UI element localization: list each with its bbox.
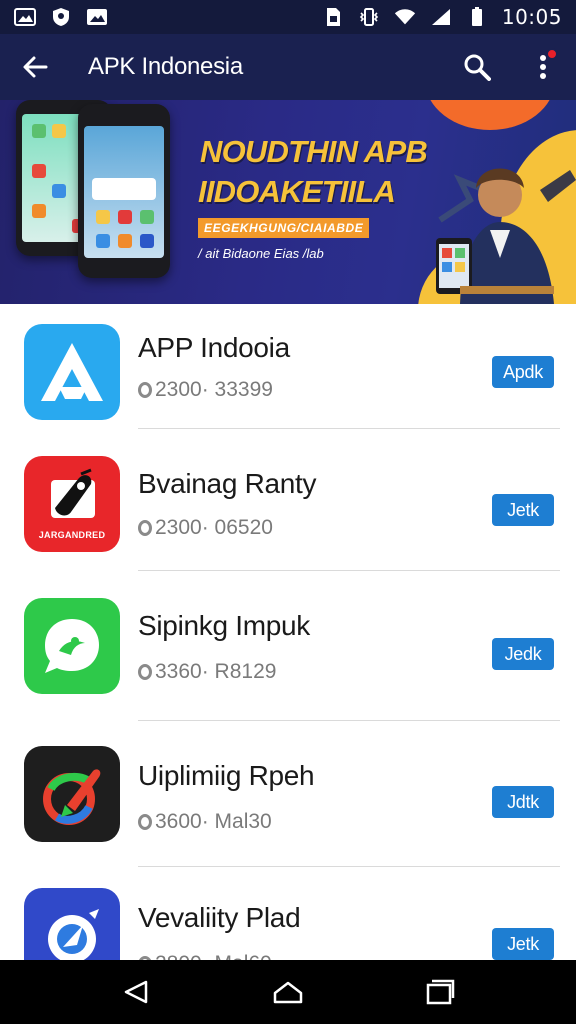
list-item[interactable]: APP Indooia 2300· 33399 Apdk <box>0 304 576 446</box>
gallery-icon <box>86 7 108 27</box>
wifi-icon <box>394 7 416 27</box>
app-icon: JARGANDRED <box>24 456 120 552</box>
status-time: 10:05 <box>501 5 562 29</box>
chat-bubble-icon <box>45 619 99 673</box>
divider <box>138 866 560 867</box>
banner-strip: EEGEKHGUNG/CIAIABDE <box>198 218 370 238</box>
system-nav-bar <box>0 960 576 1024</box>
divider <box>138 570 560 571</box>
app-meta: 3600· Mal30 <box>138 810 272 834</box>
status-right: 10:05 <box>322 5 562 29</box>
status-left <box>14 7 108 27</box>
nav-home-button[interactable] <box>258 962 318 1022</box>
app-name: Vevaliity Plad <box>138 902 301 933</box>
app-meta-text: 2300· 33399 <box>155 378 273 401</box>
app-meta-text: 3600· Mal30 <box>155 810 272 833</box>
app-name: APP Indooia <box>138 332 290 363</box>
app-action-button[interactable]: Jdtk <box>492 786 554 818</box>
app-icon <box>24 598 120 694</box>
phone-illustration-front <box>78 104 170 278</box>
signal-icon <box>430 7 452 27</box>
page-title: APK Indonesia <box>88 53 243 80</box>
app-meta: 3360· R8129 <box>138 660 276 684</box>
divider <box>138 428 560 429</box>
nav-back-button[interactable] <box>106 962 166 1022</box>
status-bar: 10:05 <box>0 0 576 34</box>
app-meta: 2300· 06520 <box>138 516 273 540</box>
app-icon-caption: JARGANDRED <box>38 530 106 540</box>
back-button[interactable] <box>0 34 70 100</box>
app-meta-text: 3360· R8129 <box>155 660 277 683</box>
promo-banner[interactable]: NOUDTHIN APB IIDOAKETIILA EEGEKHGUNG/CIA… <box>0 100 576 304</box>
download-count-icon <box>138 814 152 830</box>
vibrate-icon <box>358 7 380 27</box>
app-action-button[interactable]: Apdk <box>492 356 554 388</box>
banner-headline-2: IIDOAKETIILA <box>198 174 396 209</box>
download-count-icon <box>138 664 152 680</box>
image-icon <box>14 7 36 27</box>
nav-back-icon <box>124 980 148 1004</box>
tag-icon <box>51 468 95 518</box>
battery-icon <box>466 7 488 27</box>
brush-icon <box>43 769 101 825</box>
sim-icon <box>322 7 344 27</box>
download-count-icon <box>138 520 152 536</box>
banner-subline: / ait Bidaone Eias /lab <box>198 246 324 261</box>
app-icon <box>24 324 120 420</box>
more-button[interactable] <box>510 34 576 100</box>
divider <box>138 720 560 721</box>
arrow-left-icon <box>23 56 48 78</box>
shield-icon <box>50 7 72 27</box>
nav-recents-button[interactable] <box>410 962 470 1022</box>
screen: 10:05 APK Indonesia NOUDTHIN APB IIDOAKE… <box>0 0 576 1024</box>
app-name: Uiplimiig Rpeh <box>138 760 315 791</box>
app-name: Sipinkg Impuk <box>138 610 310 641</box>
list-item[interactable]: Uiplimiig Rpeh 3600· Mal30 Jdtk <box>0 738 576 880</box>
list-item[interactable]: JARGANDRED Bvainag Ranty 2300· 06520 Jet… <box>0 446 576 588</box>
arrow-a-icon <box>41 343 103 401</box>
app-action-button[interactable]: Jedk <box>492 638 554 670</box>
app-name: Bvainag Ranty <box>138 468 317 499</box>
app-meta-text: 2300· 06520 <box>155 516 273 539</box>
download-count-icon <box>138 382 152 398</box>
more-vert-icon <box>540 55 546 79</box>
app-meta: 2300· 33399 <box>138 378 273 402</box>
nav-home-icon <box>273 981 303 1004</box>
list-item[interactable]: Sipinkg Impuk 3360· R8129 Jedk <box>0 588 576 730</box>
search-icon <box>464 54 491 81</box>
app-action-button[interactable]: Jetk <box>492 494 554 526</box>
app-bar: APK Indonesia <box>0 34 576 100</box>
banner-headline-1: NOUDTHIN APB <box>200 134 428 169</box>
notification-dot <box>546 48 558 60</box>
search-button[interactable] <box>444 34 510 100</box>
app-action-button[interactable]: Jetk <box>492 928 554 960</box>
nav-recents-icon <box>426 979 455 1005</box>
banner-blob-orange <box>425 100 555 130</box>
person-illustration <box>436 168 576 304</box>
app-icon <box>24 746 120 842</box>
